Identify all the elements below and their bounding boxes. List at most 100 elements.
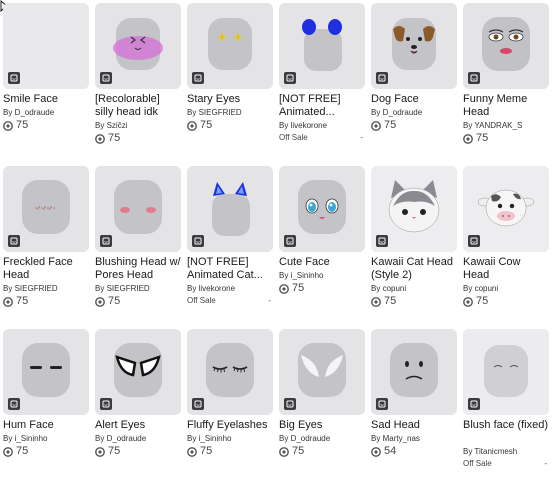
- catalog-item[interactable]: [Recolorable] silly head idk By Szičzi 7…: [95, 3, 181, 166]
- item-creator[interactable]: By D_odraude: [371, 108, 457, 118]
- item-creator[interactable]: By D_odraude: [3, 108, 89, 118]
- item-thumbnail[interactable]: [3, 3, 89, 89]
- catalog-item[interactable]: Cute Face By i_Sininho 75: [279, 166, 365, 329]
- creator-name[interactable]: livekorone: [291, 121, 327, 130]
- item-creator[interactable]: By livekorone: [187, 284, 273, 294]
- item-creator[interactable]: By i_Sininho: [187, 434, 273, 444]
- item-name[interactable]: Sad Head: [371, 419, 457, 432]
- item-name[interactable]: [Recolorable] silly head idk: [95, 93, 181, 119]
- item-name[interactable]: Big Eyes: [279, 419, 365, 432]
- catalog-item[interactable]: Fluffy Eyelashes By i_Sininho 75: [187, 329, 273, 478]
- creator-name[interactable]: SIEGFRIED: [107, 284, 150, 293]
- item-thumbnail[interactable]: [3, 329, 89, 415]
- item-name[interactable]: Blushing Head w/ Pores Head: [95, 256, 181, 282]
- item-thumbnail[interactable]: [187, 329, 273, 415]
- item-price: 75: [187, 119, 273, 132]
- item-thumbnail[interactable]: [279, 329, 365, 415]
- item-name[interactable]: Hum Face: [3, 419, 89, 432]
- catalog-item[interactable]: Hum Face By i_Sininho 75: [3, 329, 89, 478]
- item-creator[interactable]: By D_odraude: [279, 434, 365, 444]
- item-thumbnail[interactable]: [463, 166, 549, 252]
- creator-name[interactable]: copuni: [475, 284, 499, 293]
- catalog-item[interactable]: Stary Eyes By SIEGFRIED 75: [187, 3, 273, 166]
- catalog-item[interactable]: Kawaii Cow Head By copuni 75: [463, 166, 549, 329]
- creator-name[interactable]: D_odraude: [383, 108, 423, 117]
- limited-badge-icon: [100, 398, 112, 410]
- item-price: 75: [3, 119, 89, 132]
- item-name[interactable]: Alert Eyes: [95, 419, 181, 432]
- catalog-item[interactable]: Freckled Face Head By SIEGFRIED 75: [3, 166, 89, 329]
- item-name[interactable]: Stary Eyes: [187, 93, 273, 106]
- item-name[interactable]: Funny Meme Head: [463, 93, 549, 119]
- item-thumbnail[interactable]: [187, 166, 273, 252]
- item-creator[interactable]: By copuni: [463, 284, 549, 294]
- creator-name[interactable]: Titanicmesh: [474, 447, 517, 456]
- item-thumbnail[interactable]: [279, 166, 365, 252]
- catalog-item[interactable]: Kawaii Cat Head (Style 2) By copuni 75: [371, 166, 457, 329]
- creator-name[interactable]: SIEGFRIED: [15, 284, 58, 293]
- item-name[interactable]: Freckled Face Head: [3, 256, 89, 282]
- item-price: 75: [279, 445, 365, 458]
- catalog-item[interactable]: [NOT FREE] Animated... By livekorone Off…: [279, 3, 365, 166]
- item-creator[interactable]: By copuni: [371, 284, 457, 294]
- creator-name[interactable]: YANDRAK_S: [474, 121, 522, 130]
- creator-name[interactable]: i_Sininho: [15, 434, 48, 443]
- creator-name[interactable]: copuni: [383, 284, 407, 293]
- catalog-item[interactable]: Blushing Head w/ Pores Head By SIEGFRIED…: [95, 166, 181, 329]
- item-creator[interactable]: By livekorone: [279, 121, 365, 131]
- item-creator[interactable]: By SIEGFRIED: [3, 284, 89, 294]
- item-thumbnail[interactable]: [3, 166, 89, 252]
- item-name[interactable]: [NOT FREE] Animated Cat...: [187, 256, 273, 282]
- item-creator[interactable]: By Szičzi: [95, 121, 181, 131]
- item-creator[interactable]: By D_odraude: [95, 434, 181, 444]
- item-creator[interactable]: By SIEGFRIED: [95, 284, 181, 294]
- item-name[interactable]: Blush face (fixed): [463, 419, 549, 445]
- catalog-item[interactable]: Big Eyes By D_odraude 75: [279, 329, 365, 478]
- creator-name[interactable]: Szičzi: [107, 121, 128, 130]
- catalog-item[interactable]: Sad Head By Marty_nas 54: [371, 329, 457, 478]
- item-creator[interactable]: By Titanicmesh: [463, 447, 549, 457]
- by-label: By: [187, 284, 197, 293]
- item-name[interactable]: Kawaii Cat Head (Style 2): [371, 256, 457, 282]
- item-creator[interactable]: By i_Sininho: [3, 434, 89, 444]
- item-thumbnail[interactable]: [279, 3, 365, 89]
- creator-name[interactable]: Marty_nas: [383, 434, 420, 443]
- item-creator[interactable]: By SIEGFRIED: [187, 108, 273, 118]
- catalog-grid: Smile Face By D_odraude 75 [Recolorable]…: [3, 3, 551, 478]
- item-name[interactable]: Fluffy Eyelashes: [187, 419, 273, 432]
- item-thumbnail[interactable]: [95, 166, 181, 252]
- catalog-item[interactable]: Blush face (fixed) By Titanicmesh Off Sa…: [463, 329, 549, 478]
- item-thumbnail[interactable]: [463, 3, 549, 89]
- item-price: 75: [187, 445, 273, 458]
- item-creator[interactable]: By Marty_nas: [371, 434, 457, 444]
- robux-icon: [463, 296, 473, 307]
- item-name[interactable]: Smile Face: [3, 93, 89, 106]
- catalog-item[interactable]: Funny Meme Head By YANDRAK_S 75: [463, 3, 549, 166]
- catalog-item[interactable]: Smile Face By D_odraude 75: [3, 3, 89, 166]
- creator-name[interactable]: D_odraude: [15, 108, 55, 117]
- item-name[interactable]: [NOT FREE] Animated...: [279, 93, 365, 119]
- item-price: 75: [95, 295, 181, 308]
- item-thumbnail[interactable]: [371, 166, 457, 252]
- catalog-item[interactable]: Alert Eyes By D_odraude 75: [95, 329, 181, 478]
- item-name[interactable]: Cute Face: [279, 256, 365, 269]
- creator-name[interactable]: i_Sininho: [291, 271, 324, 280]
- item-thumbnail[interactable]: [95, 329, 181, 415]
- catalog-item[interactable]: [NOT FREE] Animated Cat... By livekorone…: [187, 166, 273, 329]
- by-label: By: [3, 434, 13, 443]
- item-creator[interactable]: By i_Sininho: [279, 271, 365, 281]
- item-thumbnail[interactable]: [95, 3, 181, 89]
- catalog-item[interactable]: Dog Face By D_odraude 75: [371, 3, 457, 166]
- item-thumbnail[interactable]: [463, 329, 549, 415]
- item-thumbnail[interactable]: [187, 3, 273, 89]
- item-creator[interactable]: By YANDRAK_S: [463, 121, 549, 131]
- creator-name[interactable]: livekorone: [199, 284, 235, 293]
- item-name[interactable]: Kawaii Cow Head: [463, 256, 549, 282]
- creator-name[interactable]: SIEGFRIED: [199, 108, 242, 117]
- creator-name[interactable]: D_odraude: [107, 434, 147, 443]
- item-name[interactable]: Dog Face: [371, 93, 457, 106]
- item-thumbnail[interactable]: [371, 3, 457, 89]
- creator-name[interactable]: D_odraude: [291, 434, 331, 443]
- item-thumbnail[interactable]: [371, 329, 457, 415]
- creator-name[interactable]: i_Sininho: [199, 434, 232, 443]
